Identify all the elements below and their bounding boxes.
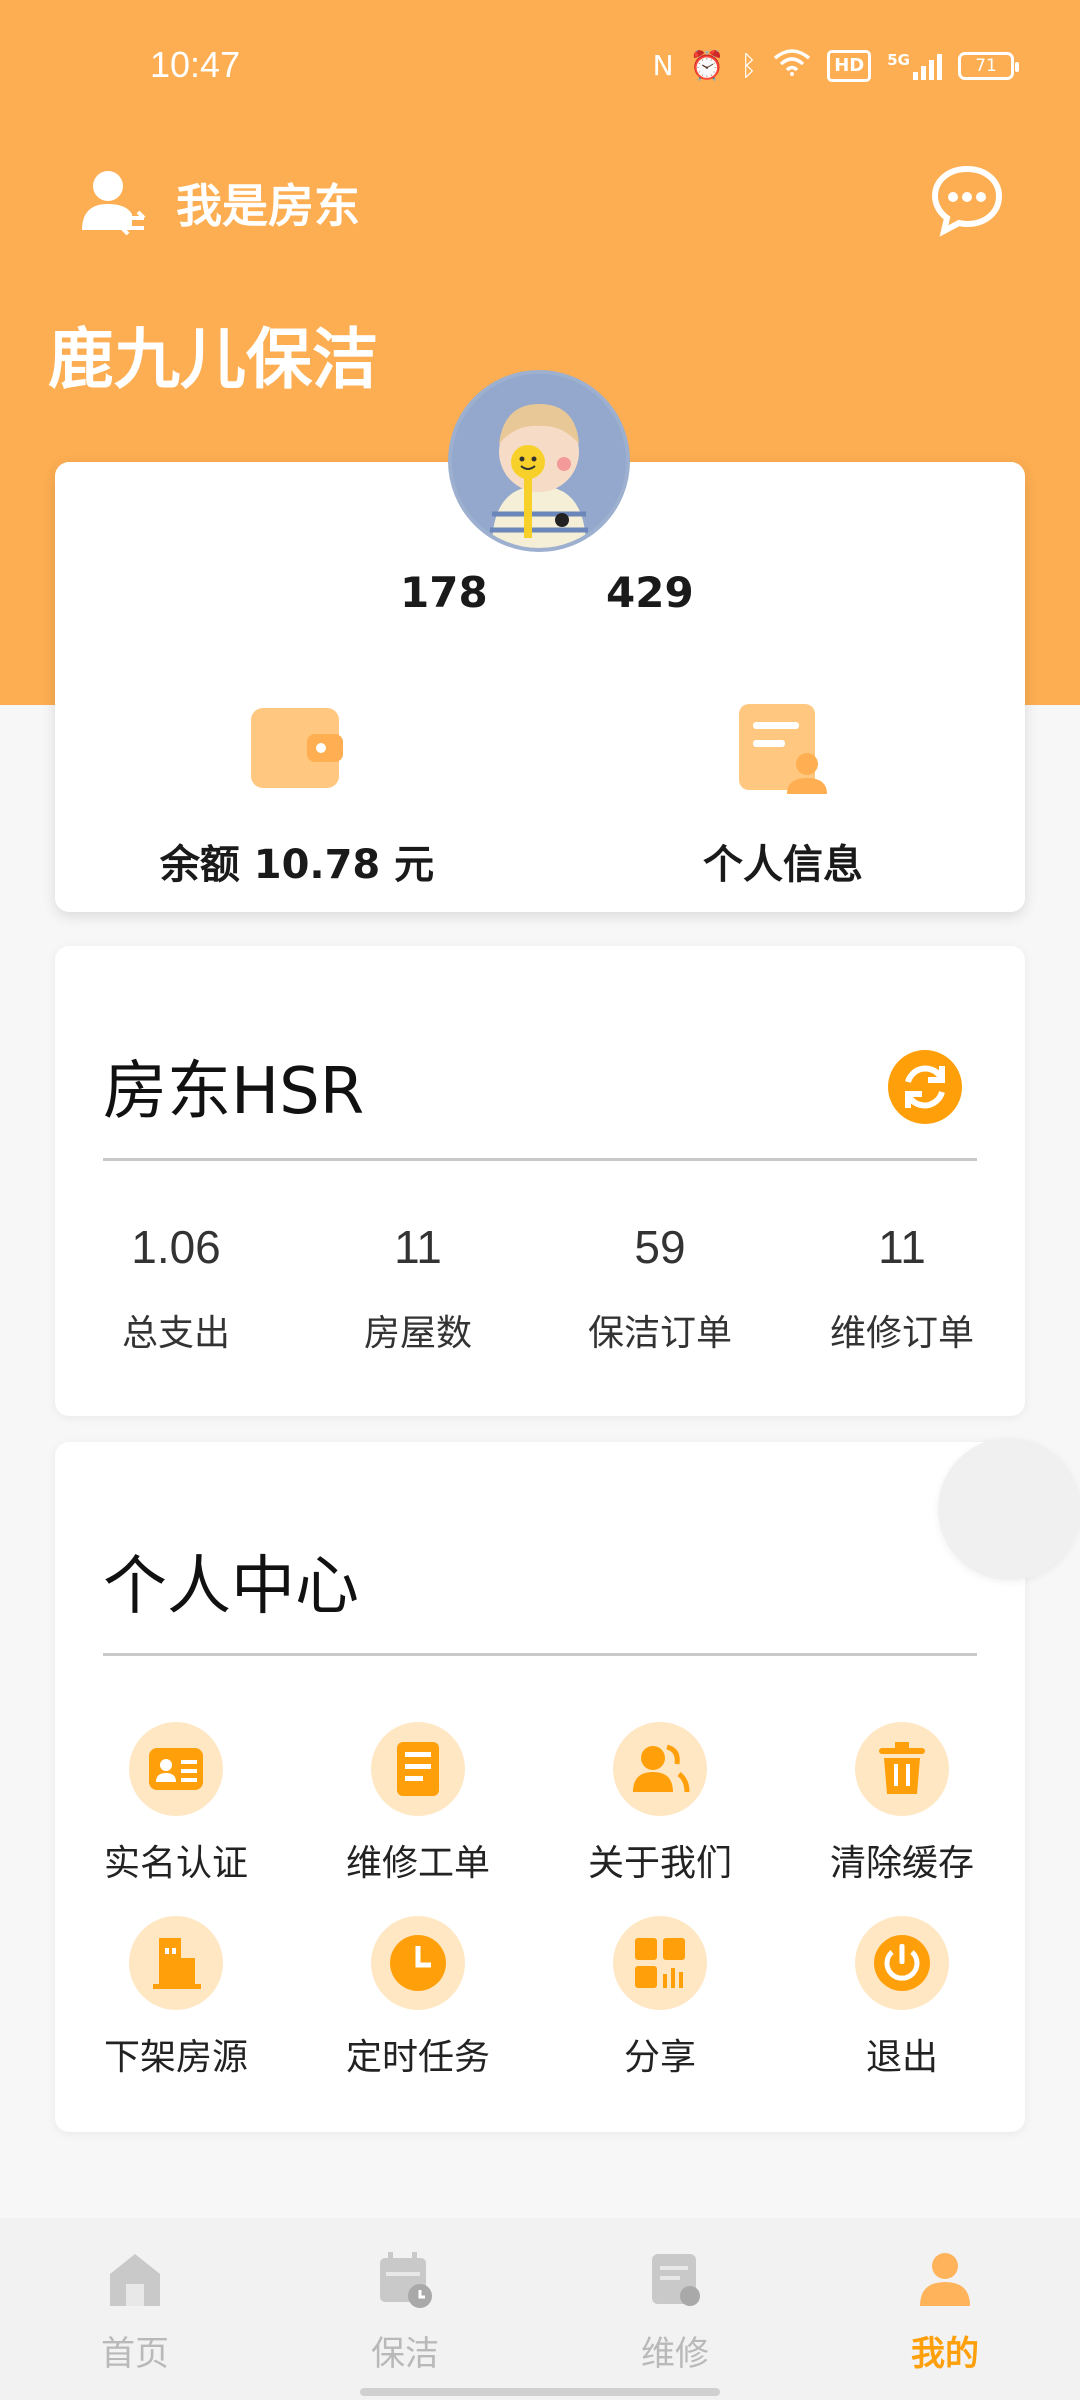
qr-code-icon bbox=[635, 1938, 685, 1988]
app-title: 鹿九儿保洁 bbox=[48, 321, 378, 398]
grid-label: 下架房源 bbox=[103, 2037, 248, 2078]
repair-work-order-button[interactable]: 维修工单 bbox=[297, 1722, 539, 1886]
grid-label: 维修工单 bbox=[345, 1843, 490, 1884]
profile-stat-right: 429 bbox=[606, 568, 694, 617]
refresh-button[interactable] bbox=[888, 1050, 962, 1124]
stat-label: 保洁订单 bbox=[587, 1313, 732, 1354]
balance-button[interactable]: 余额 10.78 元 bbox=[117, 700, 477, 890]
logout-button[interactable]: 退出 bbox=[781, 1916, 1023, 2080]
profile-doc-icon bbox=[739, 704, 827, 794]
grid-label: 分享 bbox=[623, 2037, 696, 2078]
center-grid-row-2: 下架房源 定时任务 分享 退出 bbox=[55, 1916, 1025, 2080]
landlord-divider bbox=[103, 1158, 977, 1161]
calendar-icon bbox=[380, 2252, 432, 2308]
message-button[interactable] bbox=[930, 163, 1004, 237]
stat-value: 1.06 bbox=[131, 1221, 221, 1273]
home-indicator[interactable] bbox=[360, 2388, 720, 2396]
stat-value: 11 bbox=[394, 1221, 442, 1273]
trash-icon bbox=[879, 1742, 925, 1794]
bottom-navigation: 首页 保洁 维修 我的 bbox=[0, 2218, 1080, 2400]
nav-label: 维修 bbox=[641, 2334, 709, 2374]
share-button[interactable]: 分享 bbox=[539, 1916, 781, 2080]
grid-label: 定时任务 bbox=[345, 2037, 490, 2078]
id-card-icon bbox=[149, 1748, 203, 1790]
role-switch-button[interactable]: 我是房东 bbox=[78, 168, 360, 238]
stat-house-count[interactable]: 11 房屋数 bbox=[297, 1220, 539, 1356]
personal-center-title: 个人中心 bbox=[103, 1550, 359, 1624]
avatar-image bbox=[452, 374, 626, 548]
users-icon bbox=[633, 1744, 690, 1793]
stat-label: 房屋数 bbox=[363, 1313, 472, 1354]
grid-label: 实名认证 bbox=[103, 1843, 248, 1884]
nav-label: 首页 bbox=[101, 2334, 169, 2374]
work-order-icon bbox=[397, 1742, 439, 1796]
signal-5g-icon: 5G bbox=[887, 52, 942, 80]
switch-user-icon bbox=[82, 171, 146, 236]
signal-5g-label: 5G bbox=[887, 50, 910, 69]
balance-label: 余额 10.78 元 bbox=[159, 842, 435, 888]
profile-stat-left: 178 bbox=[400, 568, 488, 617]
nav-label: 保洁 bbox=[371, 2334, 439, 2374]
icon-badge bbox=[613, 1916, 707, 2010]
icon-badge bbox=[855, 1916, 949, 2010]
nav-mine[interactable]: 我的 bbox=[810, 2218, 1080, 2400]
status-time: 10:47 bbox=[150, 44, 241, 85]
battery-icon: 71 bbox=[958, 51, 1019, 80]
nfc-icon: Ν bbox=[652, 48, 674, 82]
status-bar: 10:47 Ν ⏰ ᛒ HD 5G 71 bbox=[0, 0, 1080, 140]
nav-cleaning[interactable]: 保洁 bbox=[270, 2218, 540, 2400]
center-divider bbox=[103, 1653, 977, 1656]
personal-info-button[interactable]: 个人信息 bbox=[603, 700, 963, 890]
stat-value: 11 bbox=[878, 1221, 926, 1273]
bluetooth-icon: ᛒ bbox=[740, 48, 758, 82]
icon-badge bbox=[855, 1722, 949, 1816]
chat-bubble-icon bbox=[931, 165, 1003, 237]
home-icon bbox=[110, 2254, 160, 2306]
stat-value: 59 bbox=[634, 1221, 686, 1273]
stat-cleaning-orders[interactable]: 59 保洁订单 bbox=[539, 1220, 781, 1356]
person-icon bbox=[920, 2253, 970, 2306]
wallet-icon bbox=[251, 708, 343, 788]
alarm-icon: ⏰ bbox=[689, 48, 725, 82]
real-name-auth-button[interactable]: 实名认证 bbox=[55, 1722, 297, 1886]
grid-label: 退出 bbox=[865, 2037, 938, 2078]
role-label: 我是房东 bbox=[176, 179, 360, 233]
nav-repair[interactable]: 维修 bbox=[540, 2218, 810, 2400]
personal-info-label: 个人信息 bbox=[703, 842, 863, 888]
scheduled-task-button[interactable]: 定时任务 bbox=[297, 1916, 539, 2080]
wifi-icon bbox=[773, 48, 811, 83]
icon-badge bbox=[129, 1722, 223, 1816]
floating-assist-ball[interactable] bbox=[938, 1438, 1080, 1580]
delist-property-button[interactable]: 下架房源 bbox=[55, 1916, 297, 2080]
center-grid-row-1: 实名认证 维修工单 关于我们 清除缓存 bbox=[55, 1722, 1025, 1886]
status-icons: Ν ⏰ ᛒ HD 5G 71 bbox=[652, 48, 1019, 83]
icon-badge bbox=[371, 1722, 465, 1816]
clock-icon bbox=[390, 1935, 446, 1991]
clear-cache-button[interactable]: 清除缓存 bbox=[781, 1722, 1023, 1886]
landlord-stats: 1.06 总支出 11 房屋数 59 保洁订单 11 维修订单 bbox=[55, 1220, 1025, 1356]
grid-label: 关于我们 bbox=[587, 1843, 732, 1884]
landlord-title: 房东HSR bbox=[103, 1055, 365, 1129]
avatar[interactable] bbox=[448, 370, 630, 552]
power-icon bbox=[874, 1935, 930, 1991]
document-icon bbox=[652, 2254, 700, 2306]
icon-badge bbox=[371, 1916, 465, 2010]
grid-label: 清除缓存 bbox=[829, 1843, 974, 1884]
about-us-button[interactable]: 关于我们 bbox=[539, 1722, 781, 1886]
refresh-icon bbox=[905, 1065, 945, 1109]
stat-label: 总支出 bbox=[121, 1313, 230, 1354]
stat-repair-orders[interactable]: 11 维修订单 bbox=[781, 1220, 1023, 1356]
stat-total-spend[interactable]: 1.06 总支出 bbox=[55, 1220, 297, 1356]
icon-badge bbox=[129, 1916, 223, 2010]
building-icon bbox=[153, 1938, 201, 1989]
stat-label: 维修订单 bbox=[829, 1313, 974, 1354]
nav-home[interactable]: 首页 bbox=[0, 2218, 270, 2400]
nav-label: 我的 bbox=[911, 2334, 979, 2374]
hd-icon: HD bbox=[827, 49, 872, 82]
icon-badge bbox=[613, 1722, 707, 1816]
